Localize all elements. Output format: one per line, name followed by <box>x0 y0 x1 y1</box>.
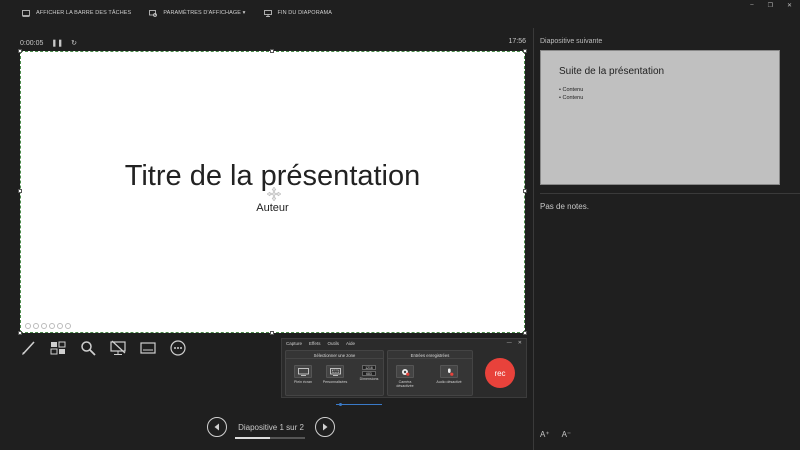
speaker-notes[interactable]: Pas de notes. <box>540 202 589 211</box>
pause-timer-button[interactable]: ❚❚ <box>51 39 63 47</box>
next-slide-bullet: Contenu <box>559 87 583 93</box>
next-slide-preview[interactable]: Suite de la présentation Contenu Contenu <box>540 50 780 185</box>
presenter-view: AFFICHER LA BARRE DES TÂCHES PARAMÈTRES … <box>0 0 800 450</box>
recorder-menu-effects[interactable]: Effets <box>309 341 320 346</box>
next-slide-bullets: Contenu Contenu <box>559 87 583 103</box>
camera-toggle[interactable]: Caméra désactivée <box>392 365 418 388</box>
previous-slide-button[interactable] <box>207 417 227 437</box>
slide-subtitle: Auteur <box>256 202 289 214</box>
recorder-menu: Capture Effets Outils Aide <box>286 341 355 346</box>
recorder-menu-tools[interactable]: Outils <box>327 341 339 346</box>
resize-handle[interactable] <box>270 331 274 335</box>
next-slide-title: Suite de la présentation <box>559 66 665 77</box>
record-button[interactable]: rec <box>485 358 515 388</box>
next-slide-button[interactable] <box>315 417 335 437</box>
mini-tool-icon[interactable] <box>33 323 39 329</box>
recorder-close-button[interactable]: ✕ <box>518 340 522 346</box>
timer-row: 0:00:05 ❚❚ ↻ 17:56 <box>20 38 526 48</box>
recorded-inputs-group: Entrées enregistrées Caméra désactivée A… <box>387 350 473 396</box>
presenter-toolbar: AFFICHER LA BARRE DES TÂCHES PARAMÈTRES … <box>0 0 800 26</box>
microphone-off-icon <box>440 365 458 378</box>
slide-counter-label: Diapositive 1 sur 2 <box>238 422 304 432</box>
taskbar-icon <box>22 9 30 17</box>
close-button[interactable]: ✕ <box>787 2 792 9</box>
notes-font-controls: A⁺ A⁻ <box>540 430 571 439</box>
mini-tool-icon[interactable] <box>49 323 55 329</box>
fullscreen-option[interactable]: Plein écran <box>290 365 316 384</box>
minimize-button[interactable]: – <box>750 2 753 9</box>
chevron-left-icon <box>214 423 219 431</box>
increase-font-button[interactable]: A⁺ <box>540 430 550 439</box>
dimensions-fields: 1216 683 Dimensions <box>356 365 382 381</box>
recorder-window-controls: — ✕ <box>507 340 522 346</box>
height-field[interactable]: 683 <box>362 371 376 376</box>
custom-zone-icon <box>326 365 344 378</box>
screen-recorder-panel: Capture Effets Outils Aide — ✕ Sélection… <box>281 338 527 406</box>
recorded-inputs-header: Entrées enregistrées <box>388 351 472 359</box>
decrease-font-button[interactable]: A⁻ <box>562 430 572 439</box>
slide-mini-toolbar <box>25 323 71 329</box>
select-zone-group: Sélectionner une zone Plein écran Person… <box>285 350 384 406</box>
camera-off-icon <box>396 365 414 378</box>
camera-label: Caméra désactivée <box>396 380 414 388</box>
next-slide-bullet: Contenu <box>559 95 583 101</box>
current-slide[interactable]: Titre de la présentation Auteur <box>18 49 527 335</box>
monitor-icon <box>294 365 312 378</box>
end-slideshow-button[interactable]: FIN DU DIAPORAMA <box>263 9 332 17</box>
audio-label: Audio désactivé <box>436 380 462 384</box>
recorder-menu-help[interactable]: Aide <box>346 341 355 346</box>
end-slideshow-label: FIN DU DIAPORAMA <box>277 10 332 16</box>
mini-tool-icon[interactable] <box>25 323 31 329</box>
resize-handle[interactable] <box>270 49 274 53</box>
more-options-icon[interactable] <box>170 340 186 356</box>
mini-tool-icon[interactable] <box>65 323 71 329</box>
panel-divider <box>533 28 534 450</box>
resize-handle[interactable] <box>523 49 527 53</box>
slide-progress-fill <box>235 436 270 439</box>
pen-icon[interactable] <box>20 340 36 356</box>
slide-navigation: Diapositive 1 sur 2 <box>207 417 335 439</box>
custom-zone-label: Personnalisées <box>322 380 348 384</box>
slide-grid-icon[interactable] <box>50 340 66 356</box>
subtitles-icon[interactable] <box>140 340 156 356</box>
window-controls: – ❐ ✕ <box>750 2 792 9</box>
end-slideshow-icon <box>263 9 272 17</box>
restore-button[interactable]: ❐ <box>768 2 773 9</box>
current-time: 17:56 <box>508 38 526 45</box>
reset-timer-button[interactable]: ↻ <box>71 39 77 47</box>
audio-toggle[interactable]: Audio désactivé <box>436 365 462 384</box>
elapsed-time: 0:00:05 <box>20 39 44 47</box>
custom-zone-option[interactable]: Personnalisées <box>322 365 348 384</box>
dimensions-label: Dimensions <box>359 377 379 381</box>
chevron-right-icon <box>323 423 328 431</box>
width-field[interactable]: 1216 <box>362 365 376 370</box>
display-settings-icon <box>149 9 158 17</box>
zone-slider-track[interactable] <box>336 404 382 405</box>
mini-tool-icon[interactable] <box>57 323 63 329</box>
slide-progress-bar <box>235 436 305 439</box>
fullscreen-label: Plein écran <box>294 380 312 384</box>
next-slide-header: Diapositive suivante <box>540 38 603 45</box>
select-zone-header: Sélectionner une zone <box>286 351 383 359</box>
show-taskbar-button[interactable]: AFFICHER LA BARRE DES TÂCHES <box>22 9 132 17</box>
recorder-menu-capture[interactable]: Capture <box>286 341 302 346</box>
move-cursor-icon <box>266 186 282 202</box>
resize-handle[interactable] <box>523 331 527 335</box>
show-taskbar-label: AFFICHER LA BARRE DES TÂCHES <box>36 10 132 16</box>
display-settings-label: PARAMÈTRES D'AFFICHAGE ▾ <box>163 10 246 16</box>
black-screen-icon[interactable] <box>110 340 126 356</box>
display-settings-button[interactable]: PARAMÈTRES D'AFFICHAGE ▾ <box>149 9 246 17</box>
recorder-minimize-button[interactable]: — <box>507 340 512 346</box>
zoom-icon[interactable] <box>80 340 96 356</box>
resize-handle[interactable] <box>18 331 22 335</box>
slide-counter: Diapositive 1 sur 2 <box>235 422 307 439</box>
presenter-tools <box>20 340 186 356</box>
notes-separator <box>540 193 800 194</box>
resize-handle[interactable] <box>18 49 22 53</box>
mini-tool-icon[interactable] <box>41 323 47 329</box>
zone-slider-handle[interactable] <box>339 402 342 406</box>
